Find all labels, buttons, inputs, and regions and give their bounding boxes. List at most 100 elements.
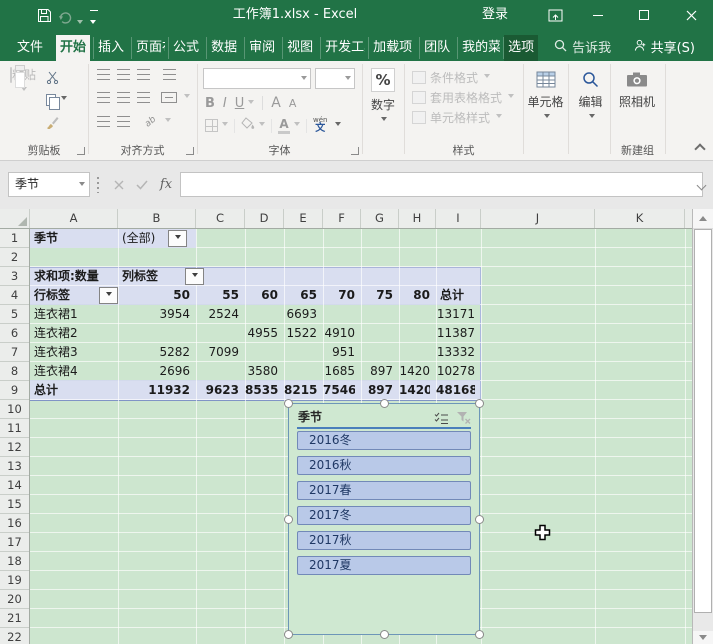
row-header-4[interactable]: 4 [0, 286, 29, 305]
pivot-value[interactable]: 4955 [245, 324, 278, 343]
ribbon-tab-2[interactable]: 开始 [56, 35, 90, 61]
pivot-row-labels-dropdown[interactable] [99, 287, 118, 304]
row-header-10[interactable]: 10 [0, 400, 29, 419]
font-dialog-launcher-icon[interactable] [351, 147, 359, 155]
pivot-value[interactable]: 1420 [399, 362, 430, 381]
copy-button[interactable] [46, 91, 67, 108]
scroll-down-button[interactable] [693, 631, 713, 644]
cut-button[interactable] [46, 69, 59, 86]
row-header-19[interactable]: 19 [0, 571, 29, 590]
slicer-season[interactable]: 季节 2016冬2016秋2017春2017冬2017秋2017夏 [288, 403, 480, 635]
row-header-15[interactable]: 15 [0, 495, 29, 514]
resize-handle[interactable] [380, 630, 389, 639]
pivot-value[interactable]: 3954 [118, 305, 190, 324]
ribbon-tab-6[interactable]: 数据 [207, 35, 241, 61]
row-header-7[interactable]: 7 [0, 343, 29, 362]
pivot-col-key[interactable]: 65 [284, 286, 317, 305]
pivot-value[interactable]: 5282 [118, 343, 190, 362]
pivot-grand-value[interactable]: 7546 [323, 381, 355, 400]
pivot-value[interactable]: 6693 [284, 305, 317, 324]
ribbon-tab-13[interactable]: 选项 [504, 35, 538, 61]
pivot-col-key[interactable]: 70 [323, 286, 355, 305]
row-header-14[interactable]: 14 [0, 476, 29, 495]
pivot-row-total[interactable]: 10278 [436, 362, 475, 381]
insert-function-button[interactable]: fx [154, 172, 178, 197]
minimize-button[interactable] [583, 0, 613, 30]
resize-handle[interactable] [380, 399, 389, 408]
column-header-A[interactable]: A [30, 209, 118, 228]
row-header-3[interactable]: 3 [0, 267, 29, 286]
pivot-grand-value[interactable]: 11932 [118, 381, 190, 400]
row-header-20[interactable]: 20 [0, 590, 29, 609]
column-header-J[interactable]: J [481, 209, 595, 228]
pivot-value[interactable]: 2696 [118, 362, 190, 381]
pivot-row-label[interactable]: 连衣裙4 [34, 362, 118, 381]
row-header-8[interactable]: 8 [0, 362, 29, 381]
pivot-grand-total-label[interactable]: 总计 [34, 381, 118, 400]
column-header-H[interactable]: H [399, 209, 436, 228]
slicer-item-2[interactable]: 2016秋 [297, 456, 471, 475]
camera-button[interactable]: 照相机 [613, 68, 661, 110]
resize-handle[interactable] [475, 630, 484, 639]
pivot-col-labels-dropdown[interactable] [185, 268, 204, 285]
font-size-combo[interactable] [315, 68, 355, 89]
scrollbar-thumb[interactable] [694, 229, 712, 613]
multi-select-icon[interactable] [434, 409, 449, 428]
pivot-value[interactable]: 2524 [196, 305, 239, 324]
pivot-col-key[interactable]: 60 [245, 286, 278, 305]
column-header-G[interactable]: G [361, 209, 399, 228]
ribbon-tab-10[interactable]: 加载项 [369, 35, 416, 61]
row-header-13[interactable]: 13 [0, 457, 29, 476]
ribbon-tab-8[interactable]: 视图 [283, 35, 317, 61]
sign-in-button[interactable]: 登录 [482, 0, 508, 30]
slicer-item-1[interactable]: 2016冬 [297, 431, 471, 450]
slicer-item-5[interactable]: 2017秋 [297, 531, 471, 550]
pivot-col-key[interactable]: 75 [361, 286, 393, 305]
tell-me-button[interactable]: 告诉我 [548, 32, 617, 61]
row-header-11[interactable]: 11 [0, 419, 29, 438]
slicer-item-6[interactable]: 2017夏 [297, 556, 471, 575]
pivot-col-key[interactable]: 55 [196, 286, 239, 305]
font-name-combo[interactable] [203, 68, 311, 89]
pivot-value[interactable]: 897 [361, 362, 393, 381]
row-header-5[interactable]: 5 [0, 305, 29, 324]
resize-handle[interactable] [475, 399, 484, 408]
column-header-B[interactable]: B [118, 209, 196, 228]
ribbon-display-options-button[interactable] [540, 0, 570, 30]
pivot-grand-value[interactable]: 8535 [245, 381, 278, 400]
row-header-17[interactable]: 17 [0, 533, 29, 552]
name-box[interactable]: 季节 [8, 172, 90, 197]
ribbon-tab-7[interactable]: 审阅 [245, 35, 279, 61]
column-header-K[interactable]: K [595, 209, 685, 228]
alignment-dialog-launcher-icon[interactable] [186, 147, 194, 155]
maximize-button[interactable] [629, 0, 659, 30]
formula-bar-resizer[interactable] [97, 177, 99, 193]
editing-button[interactable]: 编辑 [571, 68, 610, 124]
ribbon-tab-4[interactable]: 页面布局 [132, 35, 165, 61]
column-header-E[interactable]: E [284, 209, 323, 228]
pivot-row-label[interactable]: 连衣裙1 [34, 305, 118, 324]
resize-handle[interactable] [284, 515, 293, 524]
row-header-22[interactable]: 22 [0, 628, 29, 644]
resize-handle[interactable] [284, 399, 293, 408]
pivot-row-total[interactable]: 13332 [436, 343, 475, 362]
pivot-row-label[interactable]: 连衣裙2 [34, 324, 118, 343]
row-header-21[interactable]: 21 [0, 609, 29, 628]
pivot-row-label[interactable]: 连衣裙3 [34, 343, 118, 362]
row-header-16[interactable]: 16 [0, 514, 29, 533]
pivot-total-col-label[interactable]: 总计 [440, 286, 481, 305]
column-header-D[interactable]: D [245, 209, 284, 228]
formula-input[interactable] [180, 172, 703, 197]
row-header-18[interactable]: 18 [0, 552, 29, 571]
pivot-measure-label[interactable]: 求和项:数量 [34, 267, 118, 286]
pivot-row-total[interactable]: 11387 [436, 324, 475, 343]
sheet-grid[interactable]: 12345678910111213141516171819202122 季节 2… [0, 229, 692, 644]
column-header-I[interactable]: I [436, 209, 481, 228]
ribbon-tab-12[interactable]: 我的菜单 [458, 35, 500, 61]
resize-handle[interactable] [284, 630, 293, 639]
share-button[interactable]: 共享(S) [627, 32, 701, 61]
pivot-grand-value[interactable]: 897 [361, 381, 393, 400]
pivot-value[interactable]: 7099 [196, 343, 239, 362]
ribbon-tab-3[interactable]: 插入 [94, 35, 128, 61]
column-header-F[interactable]: F [323, 209, 361, 228]
